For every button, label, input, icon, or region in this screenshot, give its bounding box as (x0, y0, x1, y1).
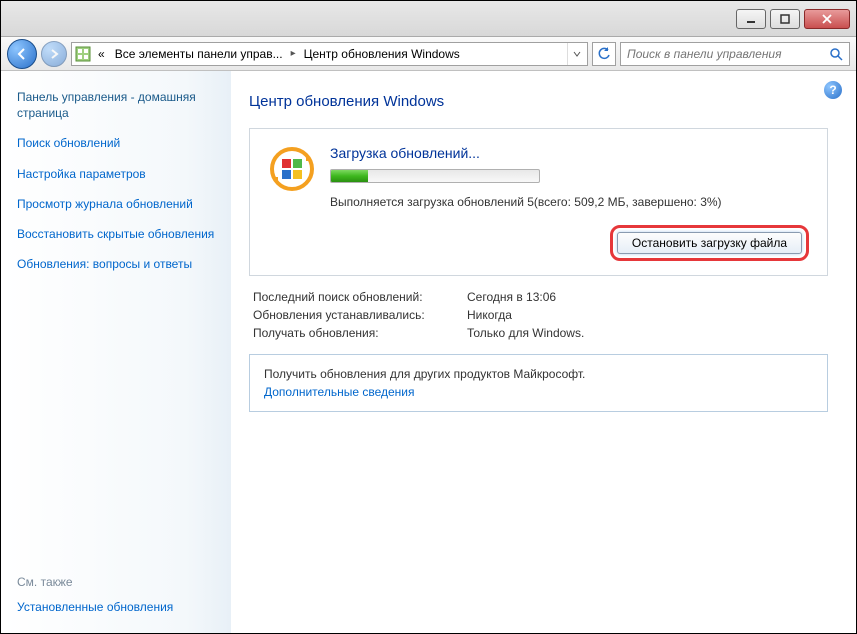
last-search-label: Последний поиск обновлений: (253, 290, 453, 304)
see-also-label: См. также (17, 575, 215, 589)
sidebar-installed-updates[interactable]: Установленные обновления (17, 599, 215, 615)
page-title: Центр обновления Windows (249, 93, 828, 110)
search-input[interactable] (627, 47, 829, 61)
search-icon (829, 47, 843, 61)
close-icon (822, 14, 832, 24)
forward-button[interactable] (41, 41, 67, 67)
back-button[interactable] (7, 39, 37, 69)
refresh-icon (597, 47, 611, 61)
close-button[interactable] (804, 9, 850, 29)
installed-label: Обновления устанавливались: (253, 308, 453, 322)
sidebar-item-settings[interactable]: Настройка параметров (17, 166, 215, 182)
navbar: « Все элементы панели управ... ▸ Центр о… (1, 37, 856, 71)
address-bar[interactable]: « Все элементы панели управ... ▸ Центр о… (71, 42, 588, 66)
installed-value: Никогда (467, 308, 824, 322)
maximize-icon (780, 14, 790, 24)
chevron-down-icon (573, 50, 581, 58)
download-status-text: Выполняется загрузка обновлений 5(всего:… (330, 195, 809, 209)
other-products-text: Получить обновления для других продуктов… (264, 367, 813, 381)
control-panel-icon (74, 45, 92, 63)
refresh-button[interactable] (592, 42, 616, 66)
sidebar-home-link[interactable]: Панель управления - домашняя страница (17, 89, 215, 121)
arrow-right-icon (48, 48, 60, 60)
download-title: Загрузка обновлений... (330, 145, 809, 161)
progress-bar-fill (331, 170, 368, 182)
sidebar-item-restore-hidden[interactable]: Восстановить скрытые обновления (17, 226, 215, 242)
panel-top-row: Загрузка обновлений... Выполняется загру… (268, 145, 809, 209)
stop-download-button[interactable]: Остановить загрузку файла (617, 232, 802, 254)
sidebar-item-history[interactable]: Просмотр журнала обновлений (17, 196, 215, 212)
sidebar-item-search-updates[interactable]: Поиск обновлений (17, 135, 215, 151)
sidebar-links: Панель управления - домашняя страница По… (17, 89, 215, 272)
info-grid: Последний поиск обновлений: Сегодня в 13… (249, 290, 828, 340)
panel-body: Загрузка обновлений... Выполняется загру… (330, 145, 809, 209)
minimize-icon (746, 14, 756, 24)
breadcrumb-segment-1[interactable]: Все элементы панели управ... (111, 47, 287, 61)
search-box[interactable] (620, 42, 850, 66)
breadcrumb-segment-2[interactable]: Центр обновления Windows (300, 47, 464, 61)
receive-label: Получать обновления: (253, 326, 453, 340)
progress-bar-track (330, 169, 540, 183)
receive-value: Только для Windows. (467, 326, 824, 340)
breadcrumb-prefix[interactable]: « (94, 47, 109, 61)
sidebar: Панель управления - домашняя страница По… (1, 71, 231, 633)
last-search-value: Сегодня в 13:06 (467, 290, 824, 304)
maximize-button[interactable] (770, 9, 800, 29)
windows-update-icon (268, 145, 316, 193)
window-frame: « Все элементы панели управ... ▸ Центр о… (0, 0, 857, 634)
titlebar (1, 1, 856, 37)
arrow-left-icon (15, 47, 29, 61)
stop-row: Остановить загрузку файла (268, 225, 809, 261)
stop-button-highlight: Остановить загрузку файла (610, 225, 809, 261)
other-products-box: Получить обновления для других продуктов… (249, 354, 828, 412)
chevron-right-icon: ▸ (289, 48, 298, 59)
help-button[interactable]: ? (824, 81, 842, 99)
more-info-link[interactable]: Дополнительные сведения (264, 385, 414, 399)
minimize-button[interactable] (736, 9, 766, 29)
sidebar-item-faq[interactable]: Обновления: вопросы и ответы (17, 256, 215, 272)
address-dropdown[interactable] (567, 43, 585, 65)
download-panel: Загрузка обновлений... Выполняется загру… (249, 128, 828, 276)
help-icon: ? (829, 83, 836, 97)
content-area: Панель управления - домашняя страница По… (1, 71, 856, 633)
main-panel: ? Центр обновления Windows (231, 71, 856, 633)
